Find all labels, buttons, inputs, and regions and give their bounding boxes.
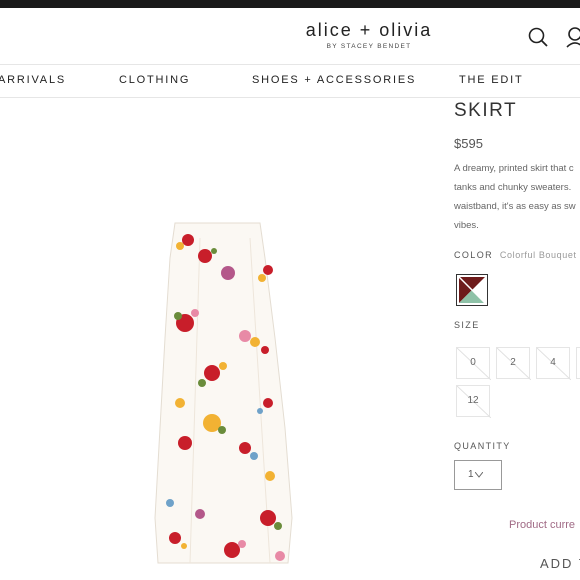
nav-item-the-edit[interactable]: THE EDIT bbox=[459, 74, 524, 86]
nav-item-clothing[interactable]: CLOTHING bbox=[119, 74, 190, 86]
size-option-12[interactable]: 12 bbox=[456, 385, 491, 418]
product-page: alice + olivia BY STACEY BENDET ARRIVALS… bbox=[0, 8, 580, 580]
size-option-2[interactable]: 2 bbox=[496, 347, 531, 380]
chevron-down-icon bbox=[475, 472, 483, 478]
size-option-0[interactable]: 0 bbox=[456, 347, 491, 380]
product-image bbox=[154, 222, 293, 564]
main-nav: ARRIVALS CLOTHING SHOES + ACCESSORIES TH… bbox=[0, 64, 580, 98]
product-description-line: tanks and chunky sweaters. bbox=[454, 182, 572, 193]
size-option-label: 0 bbox=[470, 357, 476, 368]
nav-item-arrivals[interactable]: ARRIVALS bbox=[0, 74, 66, 86]
product-title: SKIRT bbox=[454, 100, 518, 121]
nav-item-shoes-accessories[interactable]: SHOES + ACCESSORIES bbox=[252, 74, 416, 86]
color-label-row: COLOR Colorful Bouquet bbox=[454, 250, 577, 260]
color-value: Colorful Bouquet bbox=[499, 250, 577, 260]
size-option-label: 4 bbox=[550, 357, 556, 368]
product-price: $595 bbox=[454, 136, 483, 151]
size-option-label: 2 bbox=[510, 357, 516, 368]
quantity-label: QUANTITY bbox=[454, 441, 511, 451]
size-option-4[interactable]: 4 bbox=[536, 347, 571, 380]
color-swatch-colorful-bouquet[interactable] bbox=[456, 274, 488, 306]
size-label: SIZE bbox=[454, 320, 480, 330]
search-icon[interactable] bbox=[527, 26, 549, 48]
product-description-line: waistband, it's as easy as sw bbox=[454, 201, 576, 212]
swatch-graphic bbox=[458, 276, 486, 304]
product-description-line: vibes. bbox=[454, 220, 479, 231]
availability-message: Product curre bbox=[509, 519, 576, 531]
size-option-partial[interactable] bbox=[576, 347, 580, 379]
brand-logo[interactable]: alice + olivia bbox=[284, 20, 454, 41]
product-description-line: A dreamy, printed skirt that c bbox=[454, 163, 574, 174]
quantity-select[interactable]: 1 bbox=[454, 460, 502, 490]
size-option-label: 12 bbox=[467, 395, 479, 406]
user-icon[interactable] bbox=[566, 26, 580, 48]
add-to-bag-button[interactable]: ADD T bbox=[540, 556, 580, 571]
brand-tagline: BY STACEY BENDET bbox=[326, 43, 412, 50]
site-header: alice + olivia BY STACEY BENDET bbox=[0, 8, 580, 64]
quantity-value: 1 bbox=[468, 469, 474, 480]
color-label: COLOR bbox=[454, 250, 494, 260]
